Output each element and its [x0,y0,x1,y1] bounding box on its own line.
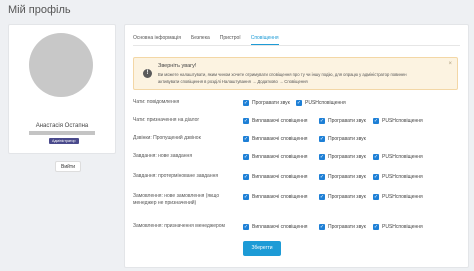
tab-notifications[interactable]: Сповіщення [250,33,279,45]
option-label: PUSHсповіщення [382,154,423,160]
save-button[interactable]: Зберегти [243,241,281,256]
option-label: Виплаваючі сповіщення [252,194,308,200]
setting-label: Дзвінки: Пропущений дзвінок [133,135,201,141]
tab-security[interactable]: Безпека [191,33,210,45]
setting-row: Чати: призначення на діалог ✓ Виплаваючі … [133,115,463,129]
checkbox-checked-icon[interactable]: ✓ [373,194,379,200]
checkbox-checked-icon[interactable]: ✓ [243,100,249,106]
option-sound[interactable]: ✓ Програвати звук [243,100,290,106]
option-popup[interactable]: ✓ Виплаваючі сповіщення [243,136,307,142]
setting-label: Замовлення: призначення менеджером [133,223,225,229]
option-label: PUSHсповіщення [382,118,423,124]
option-label: PUSHсповіщення [382,194,423,200]
option-push[interactable]: ✓ PUSHсповіщення [373,194,423,200]
option-label: Виплаваючі сповіщення [252,174,308,180]
option-popup[interactable]: ✓ Виплаваючі сповіщення [243,118,307,124]
checkbox-checked-icon[interactable]: ✓ [319,118,325,124]
close-icon[interactable]: × [448,61,452,67]
setting-label: Замовлення: нове замовлення (якщо менедж… [133,193,220,206]
option-sound[interactable]: ✓ Програвати звук [319,194,366,200]
user-email-redacted [29,131,95,135]
option-sound[interactable]: ✓ Програвати звук [319,224,366,230]
option-label: Програвати звук [328,224,366,230]
setting-row: Замовлення: призначення менеджером ✓ Випл… [133,221,463,235]
option-label: Виплаваючі сповіщення [252,136,308,142]
option-push[interactable]: ✓ PUSHсповіщення [296,100,346,106]
tab-basic-info[interactable]: Основна інформація [133,33,181,45]
option-label: Програвати звук [328,194,366,200]
setting-label: Чати: призначення на діалог [133,117,200,123]
option-popup[interactable]: ✓ Виплаваючі сповіщення [243,194,307,200]
profile-card: Анастасія Остапна Адміністратор Вийти [8,24,116,172]
option-sound[interactable]: ✓ Програвати звук [319,154,366,160]
setting-row: Замовлення: нове замовлення (якщо менедж… [133,191,463,206]
main-panel: Основна інформація Безпека Пристрої Спов… [124,24,469,268]
option-push[interactable]: ✓ PUSHсповіщення [373,224,423,230]
option-label: Програвати звук [328,154,366,160]
setting-row: Завдання: протерміноване завдання ✓ Випла… [133,171,463,185]
option-popup[interactable]: ✓ Виплаваючі сповіщення [243,174,307,180]
setting-row: Завдання: нове завдання ✓ Виплаваючі спов… [133,151,463,165]
tab-devices[interactable]: Пристрої [220,33,241,45]
checkbox-checked-icon[interactable]: ✓ [296,100,302,106]
option-label: PUSHсповіщення [305,100,346,106]
checkbox-checked-icon[interactable]: ✓ [319,224,325,230]
option-label: PUSHсповіщення [382,174,423,180]
checkbox-checked-icon[interactable]: ✓ [319,136,325,142]
checkbox-checked-icon[interactable]: ✓ [243,154,249,160]
checkbox-checked-icon[interactable]: ✓ [319,154,325,160]
tabs: Основна інформація Безпека Пристрої Спов… [133,33,279,45]
option-label: Виплаваючі сповіщення [252,224,308,230]
option-popup[interactable]: ✓ Виплаваючі сповіщення [243,154,307,160]
option-push[interactable]: ✓ PUSHсповіщення [373,174,423,180]
alert-title: Зверніть увагу! [158,63,197,69]
checkbox-checked-icon[interactable]: ✓ [243,194,249,200]
setting-row: Дзвінки: Пропущений дзвінок ✓ Виплаваючі … [133,133,463,147]
alert-text-line1: Ви можете налаштувати, яким чином хочете… [158,72,407,77]
checkbox-checked-icon[interactable]: ✓ [373,224,379,230]
checkbox-checked-icon[interactable]: ✓ [319,174,325,180]
option-sound[interactable]: ✓ Програвати звук [319,174,366,180]
option-sound[interactable]: ✓ Програвати звук [319,118,366,124]
checkbox-checked-icon[interactable]: ✓ [243,136,249,142]
checkbox-checked-icon[interactable]: ✓ [319,194,325,200]
checkbox-checked-icon[interactable]: ✓ [243,118,249,124]
checkbox-checked-icon[interactable]: ✓ [373,118,379,124]
option-push[interactable]: ✓ PUSHсповіщення [373,118,423,124]
option-label: Програвати звук [328,136,366,142]
page-title: Мій профіль [8,4,71,16]
alert: ! Зверніть увагу! Ви можете налаштувати,… [133,57,458,90]
option-push[interactable]: ✓ PUSHсповіщення [373,154,423,160]
checkbox-checked-icon[interactable]: ✓ [373,174,379,180]
option-label: Виплаваючі сповіщення [252,154,308,160]
role-badge: Адміністратор [49,138,79,144]
option-label: Програвати звук [328,174,366,180]
tabs-divider [133,45,460,46]
option-label: Програвати звук [328,118,366,124]
option-popup[interactable]: ✓ Виплаваючі сповіщення [243,224,307,230]
setting-label: Чати: повідомлення [133,99,180,105]
option-label: Виплаваючі сповіщення [252,118,308,124]
option-label: PUSHсповіщення [382,224,423,230]
exclamation-icon: ! [143,69,152,78]
option-sound[interactable]: ✓ Програвати звук [319,136,366,142]
checkbox-checked-icon[interactable]: ✓ [243,224,249,230]
setting-label: Завдання: нове завдання [133,153,193,159]
logout-button[interactable]: Вийти [55,161,81,172]
checkbox-checked-icon[interactable]: ✓ [243,174,249,180]
user-name: Анастасія Остапна [35,123,89,129]
setting-label: Завдання: протерміноване завдання [133,173,219,179]
option-label: Програвати звук [252,100,290,106]
avatar [29,33,93,97]
alert-text-line2: активувати сповіщення в розділі Налаштув… [158,79,308,84]
checkbox-checked-icon[interactable]: ✓ [373,154,379,160]
setting-row: Чати: повідомлення ✓ Програвати звук ✓ PUS… [133,97,463,111]
